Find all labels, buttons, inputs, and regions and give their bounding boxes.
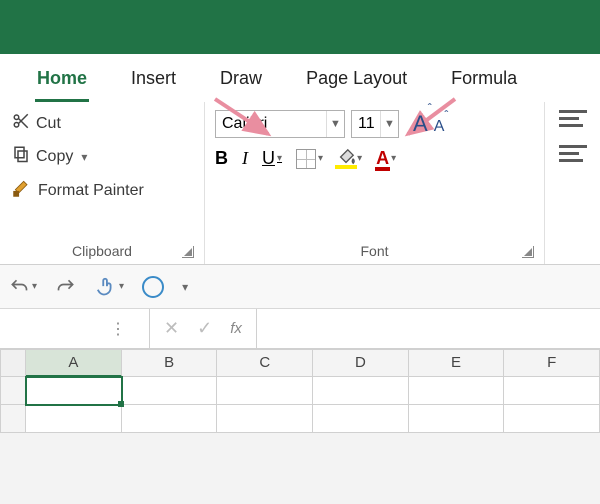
tab-home[interactable]: Home — [35, 68, 89, 102]
worksheet-grid: A B C D E F — [0, 349, 600, 433]
tab-formulas[interactable]: Formula — [449, 68, 519, 102]
cancel-formula-button[interactable]: ✕ — [164, 318, 179, 339]
cell[interactable] — [504, 377, 600, 405]
paint-bucket-icon — [337, 152, 355, 166]
align-top-button[interactable] — [559, 110, 587, 127]
decrease-font-size-button[interactable]: A — [434, 118, 445, 136]
borders-button[interactable]: ▾ — [296, 149, 323, 169]
row-header[interactable] — [0, 377, 26, 405]
circle-icon — [142, 276, 164, 298]
touch-mode-button[interactable]: ▾ — [95, 276, 124, 298]
scissors-icon — [12, 112, 30, 135]
title-bar — [0, 0, 600, 54]
align-left-button[interactable] — [559, 145, 587, 162]
font-name-input[interactable] — [216, 115, 326, 133]
copy-label: Copy — [36, 148, 73, 166]
cell[interactable] — [217, 405, 313, 433]
formula-bar: ⋮ ✕ ✓ fx — [0, 309, 600, 349]
cell[interactable] — [122, 405, 218, 433]
tab-insert[interactable]: Insert — [129, 68, 178, 102]
column-header-e[interactable]: E — [409, 349, 505, 377]
cell[interactable] — [122, 377, 218, 405]
select-all-corner[interactable] — [0, 349, 26, 377]
font-size-combo[interactable]: ▼ — [351, 110, 399, 138]
cell[interactable] — [504, 405, 600, 433]
customize-qat-button[interactable]: ▾ — [182, 280, 188, 294]
font-color-icon: A — [376, 148, 389, 169]
cut-button[interactable]: Cut — [10, 110, 146, 137]
font-color-button[interactable]: A ▾ — [376, 148, 396, 169]
column-header-b[interactable]: B — [122, 349, 218, 377]
touch-icon — [95, 276, 117, 298]
redo-button[interactable] — [55, 277, 77, 297]
cell[interactable] — [313, 405, 409, 433]
tab-draw[interactable]: Draw — [218, 68, 264, 102]
circle-button[interactable] — [142, 276, 164, 298]
cell-a1[interactable] — [26, 377, 122, 405]
cut-label: Cut — [36, 115, 61, 133]
italic-button[interactable]: I — [242, 148, 248, 169]
clipboard-group-label: Clipboard — [10, 240, 194, 262]
group-font: ▼ ▼ A A B I U▾ ▾ — [205, 102, 545, 264]
column-header-c[interactable]: C — [217, 349, 313, 377]
formula-input[interactable] — [256, 309, 600, 348]
cell[interactable] — [313, 377, 409, 405]
chevron-down-icon: ▾ — [277, 153, 282, 164]
column-header-f[interactable]: F — [504, 349, 600, 377]
fx-icon[interactable]: fx — [230, 320, 242, 337]
ribbon: Cut Copy ▾ Format Painter Clipbo — [0, 102, 600, 265]
font-name-combo[interactable]: ▼ — [215, 110, 345, 138]
format-painter-button[interactable]: Format Painter — [10, 176, 146, 205]
ribbon-tabs: Home Insert Draw Page Layout Formula — [0, 54, 600, 102]
clipboard-dialog-launcher[interactable] — [182, 246, 194, 258]
cell[interactable] — [217, 377, 313, 405]
name-box-input[interactable] — [0, 320, 110, 337]
customize-icon: ▾ — [182, 280, 188, 294]
row-header[interactable] — [0, 405, 26, 433]
bold-button[interactable]: B — [215, 148, 228, 169]
copy-button[interactable]: Copy ▾ — [10, 143, 146, 170]
cell[interactable] — [409, 405, 505, 433]
group-clipboard: Cut Copy ▾ Format Painter Clipbo — [0, 102, 205, 264]
chevron-down-icon: ▾ — [318, 153, 323, 164]
chevron-down-icon: ▾ — [32, 281, 37, 292]
chevron-down-icon: ▾ — [81, 150, 87, 164]
paintbrush-icon — [12, 178, 32, 203]
increase-font-size-button[interactable]: A — [413, 111, 428, 137]
underline-button[interactable]: U▾ — [262, 148, 282, 169]
font-dialog-launcher[interactable] — [522, 246, 534, 258]
fill-color-button[interactable]: ▾ — [337, 152, 362, 166]
font-size-input[interactable] — [352, 115, 380, 133]
enter-formula-button[interactable]: ✓ — [197, 318, 212, 339]
cell[interactable] — [26, 405, 122, 433]
undo-button[interactable]: ▾ — [8, 277, 37, 297]
tab-page-layout[interactable]: Page Layout — [304, 68, 409, 102]
cell[interactable] — [409, 377, 505, 405]
format-painter-label: Format Painter — [38, 182, 144, 200]
font-group-label: Font — [215, 240, 534, 262]
chevron-down-icon: ▾ — [357, 153, 362, 164]
chevron-down-icon[interactable]: ⋮ — [110, 319, 126, 339]
column-header-d[interactable]: D — [313, 349, 409, 377]
redo-icon — [55, 277, 77, 297]
column-header-a[interactable]: A — [26, 349, 122, 377]
borders-icon — [296, 149, 316, 169]
chevron-down-icon: ▾ — [119, 281, 124, 292]
chevron-down-icon[interactable]: ▼ — [326, 111, 344, 137]
chevron-down-icon: ▾ — [391, 153, 396, 164]
copy-icon — [12, 145, 30, 168]
group-alignment — [545, 102, 587, 264]
undo-icon — [8, 277, 30, 297]
name-box[interactable]: ⋮ — [0, 309, 150, 348]
chevron-down-icon[interactable]: ▼ — [380, 111, 398, 137]
quick-access-toolbar: ▾ ▾ ▾ — [0, 265, 600, 309]
